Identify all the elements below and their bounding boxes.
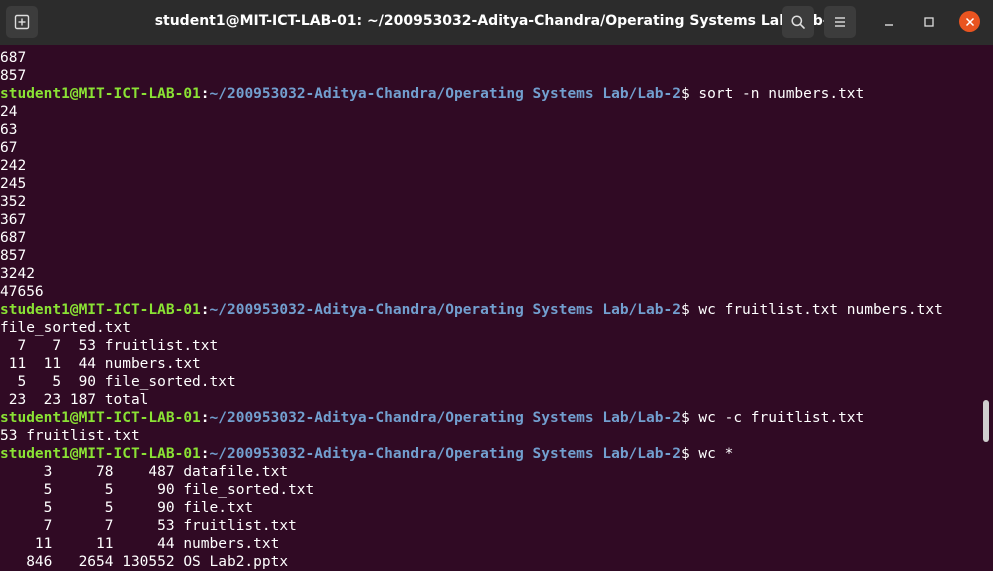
prompt-separator: : bbox=[200, 86, 210, 102]
minimize-button[interactable] bbox=[880, 13, 898, 31]
terminal-lines: 687 857 student1@MIT-ICT-LAB-01:~/20095303… bbox=[0, 49, 943, 571]
prompt-line: student1@MIT-ICT-LAB-01:~/200953032-Adit… bbox=[0, 301, 943, 319]
maximize-button[interactable] bbox=[920, 13, 938, 31]
maximize-icon bbox=[924, 17, 934, 27]
prompt-line: student1@MIT-ICT-LAB-01:~/200953032-Adit… bbox=[0, 409, 943, 427]
close-icon bbox=[965, 17, 974, 26]
output-line: 23 23 187 total bbox=[0, 392, 149, 408]
output-line: 63 bbox=[0, 122, 18, 138]
prompt-separator: : bbox=[200, 410, 210, 426]
output-line: 857 bbox=[0, 68, 27, 84]
terminal-window: student1@MIT-ICT-LAB-01: ~/200953032-Adi… bbox=[0, 0, 993, 571]
output-line: 24 bbox=[0, 104, 18, 120]
menu-button[interactable] bbox=[824, 6, 856, 38]
prompt-path: ~/200953032-Aditya-Chandra/Operating Sys… bbox=[209, 302, 681, 318]
output-line: 367 bbox=[0, 212, 27, 228]
prompt-command: $ wc fruitlist.txt numbers.txt bbox=[680, 302, 943, 318]
output-line: 47656 bbox=[0, 284, 44, 300]
prompt-user: student1@MIT-ICT-LAB-01 bbox=[0, 410, 201, 426]
prompt-command: $ sort -n numbers.txt bbox=[680, 86, 865, 102]
output-line: 352 bbox=[0, 194, 27, 210]
prompt-path: ~/200953032-Aditya-Chandra/Operating Sys… bbox=[209, 446, 681, 462]
output-line: 5 5 90 file_sorted.txt bbox=[0, 482, 315, 498]
output-line: 242 bbox=[0, 158, 27, 174]
prompt-line: student1@MIT-ICT-LAB-01:~/200953032-Adit… bbox=[0, 85, 943, 103]
prompt-user: student1@MIT-ICT-LAB-01 bbox=[0, 446, 201, 462]
prompt-separator: : bbox=[200, 302, 210, 318]
output-line: 53 fruitlist.txt bbox=[0, 428, 140, 444]
output-line: 7 7 53 fruitlist.txt bbox=[0, 338, 219, 354]
output-line: 687 bbox=[0, 50, 27, 66]
scrollbar-thumb[interactable] bbox=[983, 400, 989, 442]
title-bar[interactable]: student1@MIT-ICT-LAB-01: ~/200953032-Adi… bbox=[0, 0, 993, 45]
output-line: 67 bbox=[0, 140, 18, 156]
prompt-path: ~/200953032-Aditya-Chandra/Operating Sys… bbox=[209, 410, 681, 426]
hamburger-menu-icon bbox=[835, 17, 845, 27]
prompt-path: ~/200953032-Aditya-Chandra/Operating Sys… bbox=[209, 86, 681, 102]
search-button[interactable] bbox=[782, 6, 814, 38]
output-line: 5 5 90 file.txt bbox=[0, 500, 254, 516]
output-line: 5 5 90 file_sorted.txt bbox=[0, 374, 236, 390]
output-line: 11 11 44 numbers.txt bbox=[0, 356, 201, 372]
prompt-command: $ wc * bbox=[680, 446, 734, 462]
output-line: 3242 bbox=[0, 266, 35, 282]
prompt-user: student1@MIT-ICT-LAB-01 bbox=[0, 302, 201, 318]
minimize-icon bbox=[885, 24, 893, 26]
prompt-command: $ wc -c fruitlist.txt bbox=[680, 410, 865, 426]
terminal-output-area[interactable]: 687 857 student1@MIT-ICT-LAB-01:~/20095303… bbox=[0, 45, 993, 571]
output-line: 11 11 44 numbers.txt bbox=[0, 536, 280, 552]
new-tab-icon bbox=[14, 14, 30, 30]
output-line: 846 2654 130552 OS Lab2.pptx bbox=[0, 554, 289, 570]
output-line: 7 7 53 fruitlist.txt bbox=[0, 518, 297, 534]
output-line: 687 bbox=[0, 230, 27, 246]
output-line: 857 bbox=[0, 248, 27, 264]
prompt-user: student1@MIT-ICT-LAB-01 bbox=[0, 86, 201, 102]
prompt-line: student1@MIT-ICT-LAB-01:~/200953032-Adit… bbox=[0, 445, 943, 463]
new-tab-button[interactable] bbox=[6, 6, 38, 38]
output-line: 3 78 487 datafile.txt bbox=[0, 464, 289, 480]
search-icon bbox=[791, 15, 805, 29]
close-button[interactable] bbox=[959, 11, 980, 32]
prompt-separator: : bbox=[200, 446, 210, 462]
output-line: file_sorted.txt bbox=[0, 320, 131, 336]
output-line: 245 bbox=[0, 176, 27, 192]
